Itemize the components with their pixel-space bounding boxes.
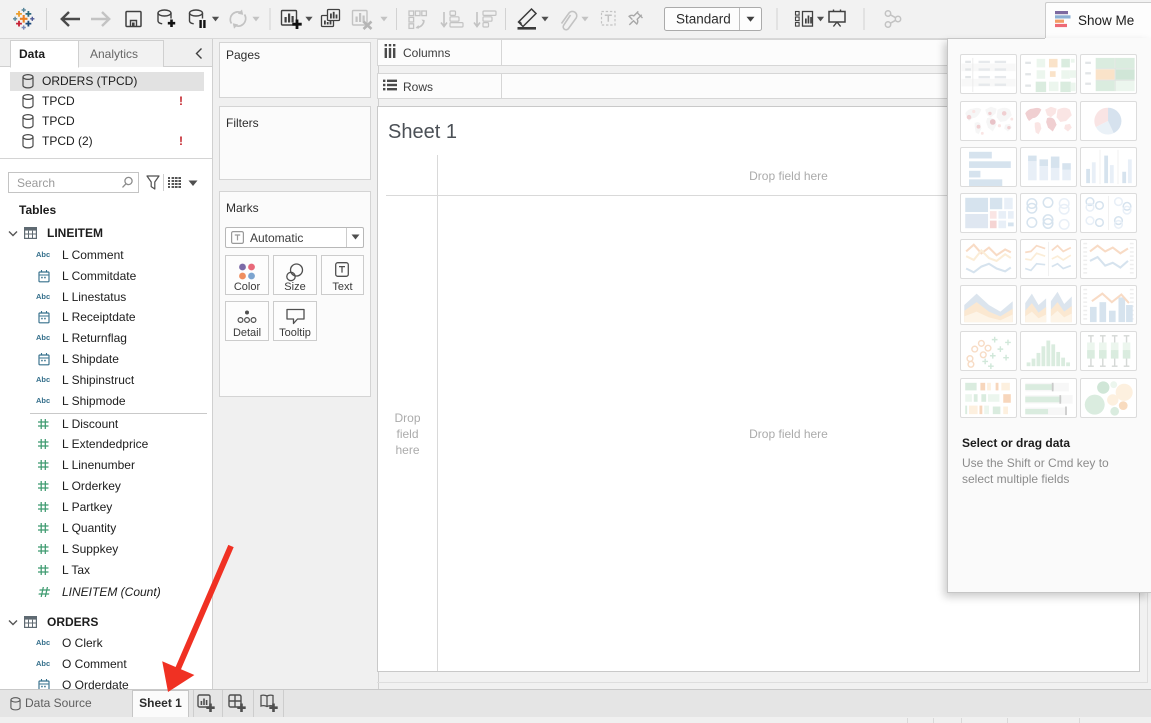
svg-text:Standard: Standard xyxy=(676,12,731,27)
